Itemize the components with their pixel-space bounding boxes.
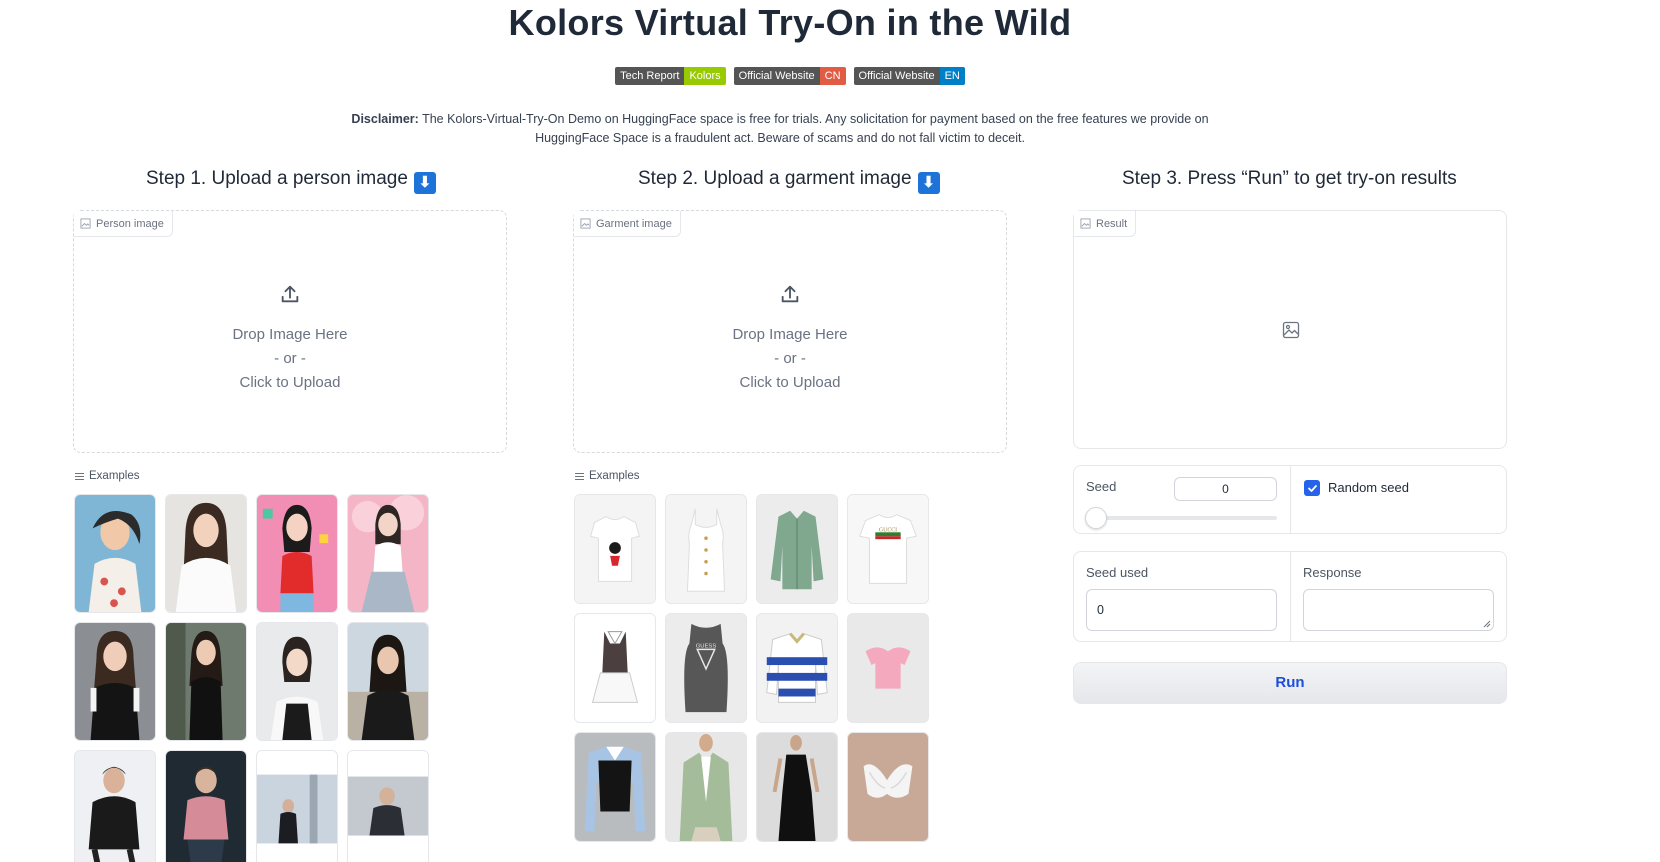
image-icon bbox=[80, 218, 91, 229]
result-label: Result bbox=[1074, 211, 1137, 237]
garment-example-3[interactable] bbox=[756, 494, 838, 604]
badge-row: Tech Report Kolors Official Website CN O… bbox=[0, 67, 1580, 85]
random-seed-checkbox[interactable] bbox=[1304, 480, 1320, 496]
label-text: Garment image bbox=[596, 217, 672, 230]
panel-divider bbox=[1290, 552, 1291, 641]
or-text: - or - bbox=[274, 350, 306, 367]
badge-right-text: Kolors bbox=[684, 67, 726, 85]
person-example-4[interactable] bbox=[347, 494, 429, 613]
garment-example-4[interactable]: GUCCI bbox=[847, 494, 929, 604]
disclaimer: Disclaimer: The Kolors-Virtual-Try-On De… bbox=[330, 110, 1230, 148]
arrow-down-icon: ⬇ bbox=[917, 172, 940, 194]
person-example-6[interactable] bbox=[165, 622, 247, 741]
svg-text:GUESS: GUESS bbox=[696, 643, 717, 649]
disclaimer-text: The Kolors-Virtual-Try-On Demo on Huggin… bbox=[418, 112, 1209, 145]
badge-left-text: Official Website bbox=[853, 67, 940, 85]
examples-text: Examples bbox=[589, 470, 640, 482]
response-label: Response bbox=[1303, 565, 1362, 580]
upload-icon bbox=[781, 285, 799, 303]
person-example-12[interactable] bbox=[347, 750, 429, 862]
person-example-11[interactable] bbox=[256, 750, 338, 862]
or-text: - or - bbox=[774, 350, 806, 367]
image-icon bbox=[580, 218, 591, 229]
label-text: Result bbox=[1096, 217, 1128, 230]
person-image-upload[interactable]: Person image Drop Image Here - or - Clic… bbox=[73, 210, 507, 453]
garment-example-1[interactable] bbox=[574, 494, 656, 604]
image-placeholder-icon bbox=[1282, 321, 1300, 339]
page-title: Kolors Virtual Try-On in the Wild bbox=[508, 2, 1072, 43]
garment-example-11[interactable] bbox=[756, 732, 838, 842]
garment-image-upload[interactable]: Garment image Drop Image Here - or - Cli… bbox=[573, 210, 1007, 453]
app-root: Kolors Virtual Try-On in the Wild Tech R… bbox=[0, 0, 1660, 862]
random-seed-label: Random seed bbox=[1328, 480, 1409, 495]
label-text: Person image bbox=[96, 217, 164, 230]
seed-used-field[interactable]: 0 bbox=[1086, 589, 1277, 631]
image-icon bbox=[1080, 218, 1091, 229]
person-examples-grid bbox=[74, 494, 429, 862]
examples-text: Examples bbox=[89, 470, 140, 482]
person-example-1[interactable] bbox=[74, 494, 156, 613]
garment-examples-grid: GUCCI GUESS bbox=[574, 494, 929, 842]
svg-text:GUCCI: GUCCI bbox=[879, 527, 897, 533]
garment-example-2[interactable] bbox=[665, 494, 747, 604]
seed-slider-handle[interactable] bbox=[1085, 507, 1107, 529]
badge-right-text: EN bbox=[939, 67, 965, 85]
step1-text: Step 1. Upload a person image bbox=[146, 168, 408, 189]
person-example-2[interactable] bbox=[165, 494, 247, 613]
panel-divider bbox=[1290, 466, 1291, 533]
arrow-down-icon: ⬇ bbox=[413, 172, 436, 194]
seed-number-input[interactable]: 0 bbox=[1174, 477, 1277, 501]
garment-example-6[interactable]: GUESS bbox=[665, 613, 747, 723]
garment-example-5[interactable] bbox=[574, 613, 656, 723]
upload-prompt: Drop Image Here - or - Click to Upload bbox=[574, 283, 1006, 395]
seed-used-label: Seed used bbox=[1086, 565, 1149, 580]
upload-prompt: Drop Image Here - or - Click to Upload bbox=[74, 283, 506, 395]
check-icon bbox=[1307, 484, 1317, 492]
resize-grip-icon[interactable] bbox=[1483, 620, 1491, 628]
step2-text: Step 2. Upload a garment image bbox=[638, 168, 912, 189]
garment-example-10[interactable] bbox=[665, 732, 747, 842]
drop-text: Drop Image Here bbox=[732, 326, 848, 343]
list-icon bbox=[75, 472, 84, 480]
output-panel: Seed used 0 Response bbox=[1073, 551, 1507, 642]
drop-text: Drop Image Here bbox=[232, 326, 348, 343]
garment-example-7[interactable] bbox=[756, 613, 838, 723]
badge-right-text: CN bbox=[819, 67, 846, 85]
person-examples-label: Examples bbox=[75, 470, 140, 482]
badge-left-text: Official Website bbox=[733, 67, 820, 85]
badge-official-website-en[interactable]: Official Website EN bbox=[853, 67, 965, 85]
garment-examples-label: Examples bbox=[575, 470, 640, 482]
seed-label: Seed bbox=[1086, 479, 1117, 494]
run-button[interactable]: Run bbox=[1073, 662, 1507, 704]
person-image-label: Person image bbox=[74, 211, 173, 237]
disclaimer-label: Disclaimer: bbox=[351, 112, 419, 126]
badge-left-text: Tech Report bbox=[615, 67, 685, 85]
seed-slider-track[interactable] bbox=[1096, 516, 1277, 520]
step3-title: Step 3. Press “Run” to get try-on result… bbox=[1122, 168, 1457, 189]
badge-tech-report[interactable]: Tech Report Kolors bbox=[615, 67, 726, 85]
garment-image-label: Garment image bbox=[574, 211, 681, 237]
person-example-9[interactable] bbox=[74, 750, 156, 862]
result-image: Result bbox=[1073, 210, 1507, 449]
garment-example-8[interactable] bbox=[847, 613, 929, 723]
response-textarea[interactable] bbox=[1303, 589, 1494, 631]
person-example-3[interactable] bbox=[256, 494, 338, 613]
click-upload-text: Click to Upload bbox=[739, 374, 841, 391]
step2-title: Step 2. Upload a garment image ⬇ bbox=[638, 168, 940, 194]
click-upload-text: Click to Upload bbox=[239, 374, 341, 391]
person-example-8[interactable] bbox=[347, 622, 429, 741]
person-example-10[interactable] bbox=[165, 750, 247, 862]
garment-example-12[interactable] bbox=[847, 732, 929, 842]
garment-example-9[interactable] bbox=[574, 732, 656, 842]
person-example-7[interactable] bbox=[256, 622, 338, 741]
seed-panel: Seed 0 Random seed bbox=[1073, 465, 1507, 534]
list-icon bbox=[575, 472, 584, 480]
badge-official-website-cn[interactable]: Official Website CN bbox=[733, 67, 846, 85]
person-example-5[interactable] bbox=[74, 622, 156, 741]
step1-title: Step 1. Upload a person image ⬇ bbox=[146, 168, 436, 194]
upload-icon bbox=[281, 285, 299, 303]
